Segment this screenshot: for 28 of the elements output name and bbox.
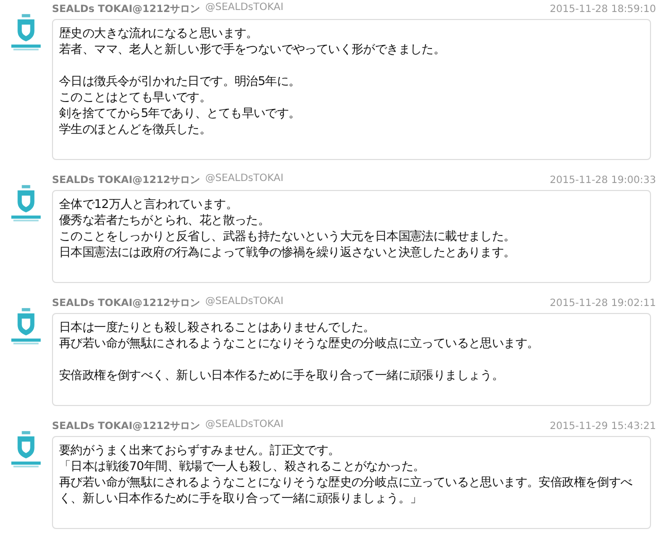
user-handle: @SEALDsTOKAI <box>205 173 284 186</box>
timestamp: 2015-11-29 15:43:21 <box>550 421 656 432</box>
timestamp: 2015-11-28 19:00:33 <box>550 175 656 186</box>
message-line: このことをしっかりと反省し、武器も持たないという大元を日本国憲法に載せました。 <box>59 228 516 244</box>
message-line: 優秀な若者たちがとられ、花と散った。 <box>59 212 270 228</box>
user-handle: @SEALDsTOKAI <box>205 2 284 15</box>
message-line: 再び若い命が無駄にされるようなことになりそうな歴史の分岐点に立っていると思います。安倍政権を倒すべく、新しい日本作るために手を取り合って一緒に頑張りましょう。」 <box>59 474 634 506</box>
message-line: 全体で12万人と言われています。 <box>59 196 238 212</box>
message-line: 歴史の大きな流れになると思います。 <box>59 25 258 41</box>
message-line: 日本は一度たりとも殺し殺されることはありませんでした。 <box>59 319 375 335</box>
author-name: SEALDs TOKAI@1212サロン <box>52 3 200 16</box>
message-line: 剣を捨ててから5年であり、とても早いです。 <box>59 105 300 121</box>
message-line: 学生のほとんどを徴兵した。 <box>59 121 212 137</box>
message-line: 要約がうまく出来ておらずすみません。訂正文です。 <box>59 442 340 458</box>
timestamp: 2015-11-28 19:02:11 <box>550 298 656 309</box>
message-line: 日本国憲法には政府の行為によって戦争の惨禍を繰り返さないと決意したとあります。 <box>59 244 516 260</box>
author-name: SEALDs TOKAI@1212サロン <box>52 420 200 433</box>
message-line: 今日は徴兵令が引かれた日です。明治5年に。 <box>59 73 300 89</box>
message-line: 「日本は戦後70年間、戦場で一人も殺し、殺されることがなかった。 <box>59 458 425 474</box>
author-name: SEALDs TOKAI@1212サロン <box>52 297 200 310</box>
timestamp: 2015-11-28 18:59:10 <box>550 4 656 15</box>
user-handle: @SEALDsTOKAI <box>205 296 284 309</box>
user-handle: @SEALDsTOKAI <box>205 419 284 432</box>
message-line: 再び若い命が無駄にされるようなことになりそうな歴史の分岐点に立っていると思います。 <box>59 335 539 351</box>
author-name: SEALDs TOKAI@1212サロン <box>52 174 200 187</box>
message-line: 若者、ママ、老人と新しい形で手をつないでやっていく形ができました。 <box>59 41 446 57</box>
message-line: このことはとても早いです。 <box>59 89 212 105</box>
message-line: 安倍政権を倒すべく、新しい日本作るために手を取り合って一緒に頑張りましょう。 <box>59 367 504 383</box>
